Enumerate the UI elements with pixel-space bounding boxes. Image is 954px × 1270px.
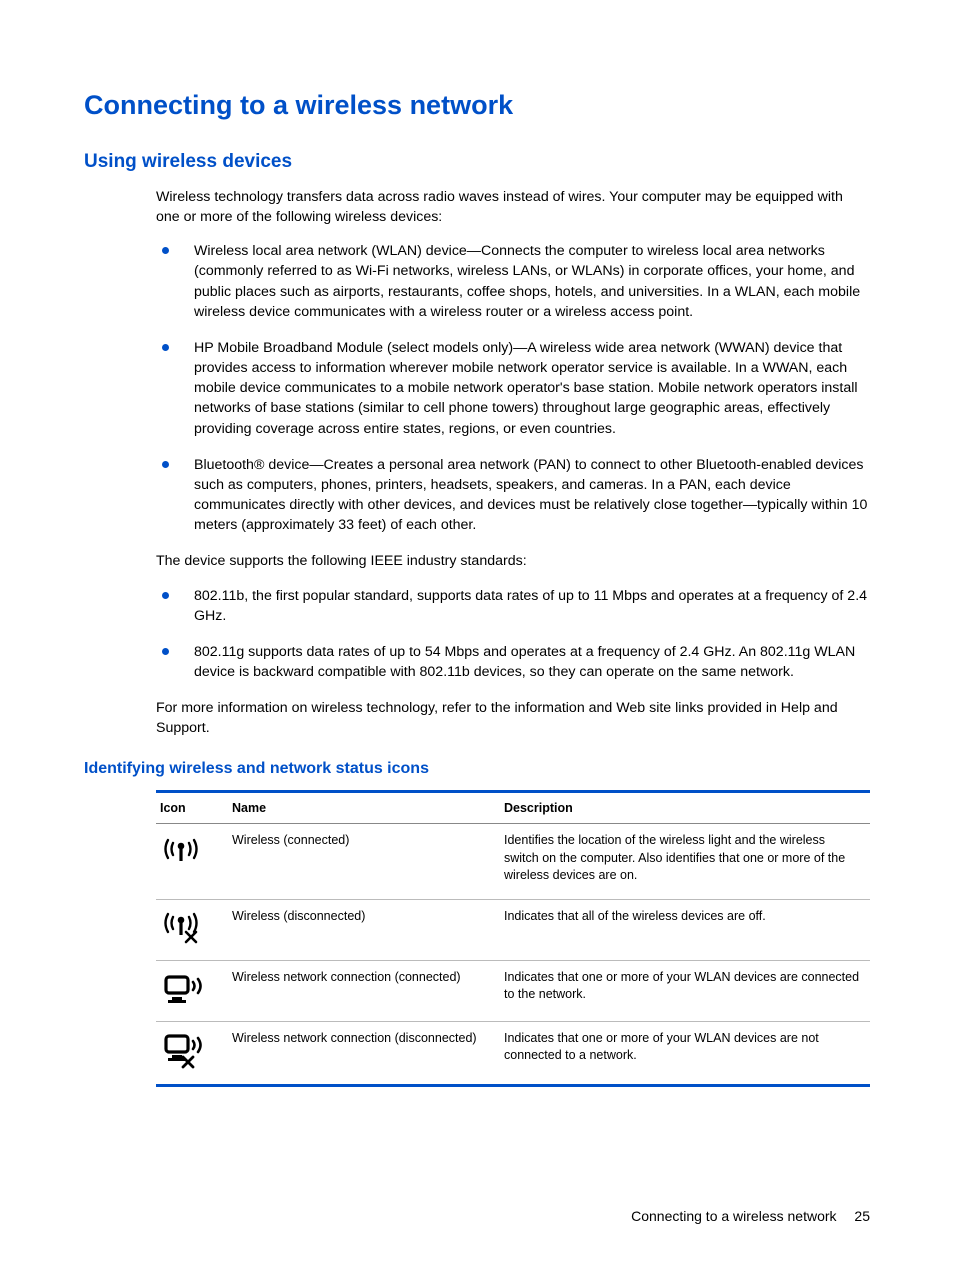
status-icons-table: Icon Name Description Wireless (156, 790, 870, 1087)
list-item: HP Mobile Broadband Module (select model… (160, 338, 870, 439)
cell-desc: Indicates that one or more of your WLAN … (500, 1021, 870, 1085)
device-list: Wireless local area network (WLAN) devic… (160, 241, 870, 535)
standards-list: 802.11b, the first popular standard, sup… (160, 586, 870, 683)
col-header-name: Name (228, 792, 500, 824)
page-footer: Connecting to a wireless network 25 (631, 1208, 870, 1224)
wireless-disconnected-icon (160, 908, 220, 946)
section-heading-using-wireless: Using wireless devices (84, 151, 870, 173)
wlan-connected-icon (160, 969, 220, 1007)
col-header-desc: Description (500, 792, 870, 824)
table-row: Wireless (connected) Identifies the loca… (156, 824, 870, 900)
wlan-disconnected-icon (160, 1030, 220, 1070)
cell-name: Wireless network connection (connected) (228, 960, 500, 1021)
more-info-paragraph: For more information on wireless technol… (156, 698, 870, 738)
cell-desc: Indicates that one or more of your WLAN … (500, 960, 870, 1021)
standards-intro: The device supports the following IEEE i… (156, 551, 870, 571)
list-item: 802.11b, the first popular standard, sup… (160, 586, 870, 626)
table-row: Wireless network connection (connected) … (156, 960, 870, 1021)
cell-desc: Identifies the location of the wireless … (500, 824, 870, 900)
list-item: Wireless local area network (WLAN) devic… (160, 241, 870, 322)
table-row: Wireless (disconnected) Indicates that a… (156, 899, 870, 960)
table-row: Wireless network connection (disconnecte… (156, 1021, 870, 1085)
cell-name: Wireless network connection (disconnecte… (228, 1021, 500, 1085)
cell-desc: Indicates that all of the wireless devic… (500, 899, 870, 960)
footer-page-number: 25 (854, 1208, 870, 1224)
col-header-icon: Icon (156, 792, 228, 824)
wireless-connected-icon (160, 832, 220, 866)
cell-name: Wireless (disconnected) (228, 899, 500, 960)
page-title: Connecting to a wireless network (84, 90, 870, 121)
footer-title: Connecting to a wireless network (631, 1208, 836, 1224)
cell-name: Wireless (connected) (228, 824, 500, 900)
list-item: 802.11g supports data rates of up to 54 … (160, 642, 870, 682)
list-item: Bluetooth® device—Creates a personal are… (160, 455, 870, 536)
intro-paragraph: Wireless technology transfers data acros… (156, 187, 870, 227)
section-heading-identifying-icons: Identifying wireless and network status … (84, 760, 870, 778)
